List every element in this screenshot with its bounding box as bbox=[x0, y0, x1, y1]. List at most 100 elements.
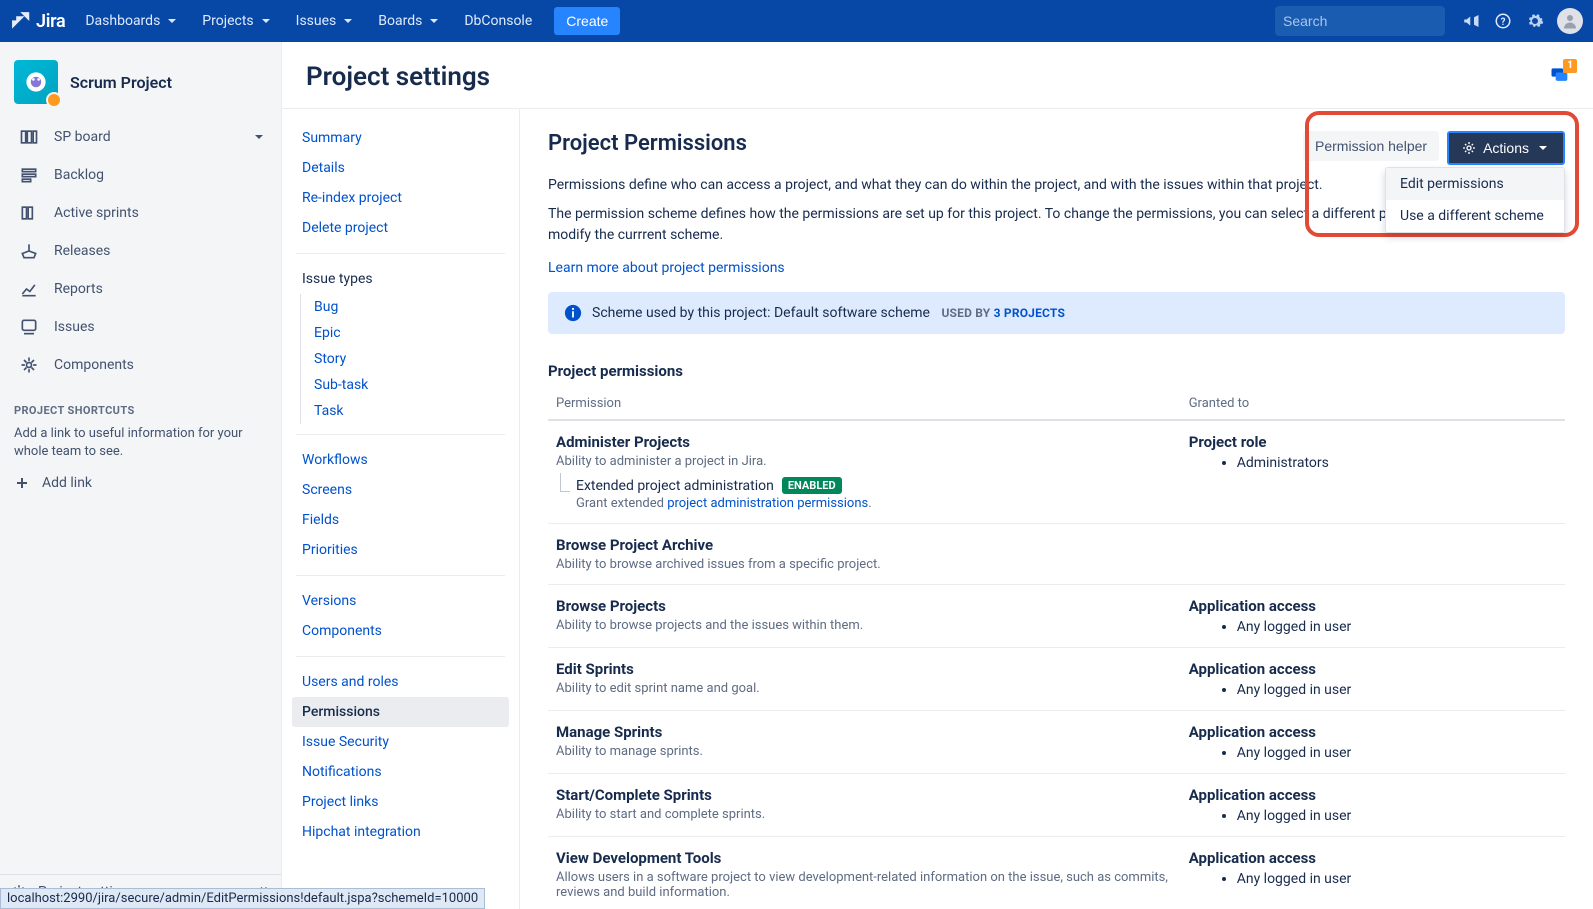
feedback-button[interactable]: 1 bbox=[1549, 65, 1569, 89]
permission-name: Browse Project Archive bbox=[556, 536, 1189, 554]
sidebar-item-reports[interactable]: Reports bbox=[6, 270, 275, 308]
sn-reindex[interactable]: Re-index project bbox=[292, 183, 509, 213]
sn-subtask[interactable]: Sub-task bbox=[292, 372, 509, 398]
sidebar-item-releases[interactable]: Releases bbox=[6, 232, 275, 270]
permission-sub-name: Extended project administrationENABLED bbox=[576, 477, 842, 494]
chevron-down-icon[interactable] bbox=[251, 129, 267, 145]
action-use-different-scheme[interactable]: Use a different scheme bbox=[1386, 200, 1564, 232]
sn-summary[interactable]: Summary bbox=[292, 123, 509, 153]
project-avatar bbox=[14, 60, 58, 104]
page-title-bar: Project settings 1 bbox=[282, 42, 1593, 109]
sidebar-item-issues[interactable]: Issues bbox=[6, 308, 275, 346]
project-name: Scrum Project bbox=[70, 73, 172, 92]
learn-more-link[interactable]: Learn more about project permissions bbox=[548, 260, 785, 276]
sidebar-item-backlog[interactable]: Backlog bbox=[6, 156, 275, 194]
ship-icon bbox=[18, 240, 40, 262]
used-by-link[interactable]: 3 PROJECTS bbox=[994, 306, 1065, 320]
user-avatar[interactable] bbox=[1557, 8, 1583, 34]
permission-desc: Ability to browse projects and the issue… bbox=[556, 618, 1189, 633]
sn-versions[interactable]: Versions bbox=[292, 586, 509, 616]
action-edit-permissions[interactable]: Edit permissions bbox=[1386, 168, 1564, 200]
sn-epic[interactable]: Epic bbox=[292, 320, 509, 346]
permission-desc: Ability to edit sprint name and goal. bbox=[556, 681, 1189, 696]
queue-icon bbox=[18, 316, 40, 338]
board-switcher[interactable]: SP board bbox=[6, 118, 251, 156]
sn-permissions[interactable]: Permissions bbox=[292, 697, 509, 727]
chevron-down-icon bbox=[164, 13, 180, 29]
grant-title: Application access bbox=[1189, 723, 1565, 741]
permission-name: Administer Projects bbox=[556, 433, 1189, 451]
sn-notifications[interactable]: Notifications bbox=[292, 757, 509, 787]
nav-boards[interactable]: Boards bbox=[370, 7, 450, 35]
grant-item: Any logged in user bbox=[1237, 745, 1565, 761]
plus-icon bbox=[14, 475, 30, 491]
permission-name: Browse Projects bbox=[556, 597, 1189, 615]
backlog-icon bbox=[18, 164, 40, 186]
create-button[interactable]: Create bbox=[554, 7, 620, 35]
permission-helper-button[interactable]: Permission helper bbox=[1303, 131, 1439, 161]
grant-list: Any logged in user bbox=[1189, 619, 1565, 635]
nav-projects[interactable]: Projects bbox=[194, 7, 281, 35]
permission-sub-desc: Grant extended project administration pe… bbox=[576, 496, 1189, 511]
sn-components[interactable]: Components bbox=[292, 616, 509, 646]
actions-dropdown: Edit permissions Use a different scheme bbox=[1385, 167, 1565, 233]
sn-issue-types-heading[interactable]: Issue types bbox=[292, 264, 509, 294]
permission-sub: Extended project administrationENABLED Gr… bbox=[556, 477, 1189, 511]
col-permission: Permission bbox=[548, 396, 1189, 411]
permission-desc: Allows users in a software project to vi… bbox=[556, 870, 1189, 900]
sn-fields[interactable]: Fields bbox=[292, 505, 509, 535]
help-icon[interactable]: ? bbox=[1493, 11, 1513, 31]
sidebar-item-active-sprints[interactable]: Active sprints bbox=[6, 194, 275, 232]
grant-list: Administrators bbox=[1189, 455, 1565, 471]
page-title: Project settings bbox=[306, 62, 490, 92]
permission-name: Manage Sprints bbox=[556, 723, 1189, 741]
add-link-button[interactable]: Add link bbox=[0, 465, 281, 501]
sn-details[interactable]: Details bbox=[292, 153, 509, 183]
permission-sub-link[interactable]: project administration permissions bbox=[667, 496, 868, 511]
settings-icon[interactable] bbox=[1525, 11, 1545, 31]
permissions-title: Project Permissions bbox=[548, 131, 747, 156]
nav-dashboards[interactable]: Dashboards bbox=[77, 7, 188, 35]
board-icon bbox=[18, 202, 40, 224]
sn-bug[interactable]: Bug bbox=[292, 294, 509, 320]
sn-priorities[interactable]: Priorities bbox=[292, 535, 509, 565]
component-icon bbox=[18, 354, 40, 376]
feedback-badge: 1 bbox=[1563, 59, 1577, 73]
permission-desc: Ability to browse archived issues from a… bbox=[556, 557, 1189, 572]
permission-desc: Ability to manage sprints. bbox=[556, 744, 1189, 759]
sn-issue-security[interactable]: Issue Security bbox=[292, 727, 509, 757]
sn-project-links[interactable]: Project links bbox=[292, 787, 509, 817]
grant-item: Any logged in user bbox=[1237, 682, 1565, 698]
topnav-right-icons: ? bbox=[1461, 8, 1583, 34]
sn-task[interactable]: Task bbox=[292, 398, 509, 424]
grant-title: Application access bbox=[1189, 597, 1565, 615]
grant-item: Any logged in user bbox=[1237, 619, 1565, 635]
shortcuts-header: PROJECT SHORTCUTS bbox=[0, 388, 281, 421]
sidebar-item-components[interactable]: Components bbox=[6, 346, 275, 384]
sn-workflows[interactable]: Workflows bbox=[292, 445, 509, 475]
table-row: Administer ProjectsAbility to administer… bbox=[548, 421, 1565, 524]
jira-logo[interactable]: Jira bbox=[10, 10, 65, 32]
project-sidebar: Scrum Project SP board Backlog Active sp… bbox=[0, 42, 282, 909]
nav-dbconsole[interactable]: DbConsole bbox=[456, 7, 540, 35]
actions-button[interactable]: Actions bbox=[1447, 131, 1565, 165]
search-box[interactable] bbox=[1275, 6, 1445, 36]
grant-title: Project role bbox=[1189, 433, 1565, 451]
sn-users-roles[interactable]: Users and roles bbox=[292, 667, 509, 697]
permissions-table: Permission Granted to Administer Project… bbox=[548, 390, 1565, 909]
grant-item: Administrators bbox=[1237, 455, 1565, 471]
nav-issues[interactable]: Issues bbox=[288, 7, 365, 35]
sn-delete[interactable]: Delete project bbox=[292, 213, 509, 243]
megaphone-icon[interactable] bbox=[1461, 11, 1481, 31]
permission-name: Edit Sprints bbox=[556, 660, 1189, 678]
sn-screens[interactable]: Screens bbox=[292, 475, 509, 505]
sn-story[interactable]: Story bbox=[292, 346, 509, 372]
table-row: Start/Complete SprintsAbility to start a… bbox=[548, 774, 1565, 837]
grant-list: Any logged in user bbox=[1189, 745, 1565, 761]
main: Project settings 1 Summary Details Re-in… bbox=[282, 42, 1593, 909]
chevron-down-icon bbox=[1535, 140, 1551, 156]
table-row: Manage Sprints Ability to manage sprints.… bbox=[548, 711, 1565, 774]
grant-list: Any logged in user bbox=[1189, 808, 1565, 824]
sn-hipchat[interactable]: Hipchat integration bbox=[292, 817, 509, 847]
search-input[interactable] bbox=[1283, 13, 1464, 29]
